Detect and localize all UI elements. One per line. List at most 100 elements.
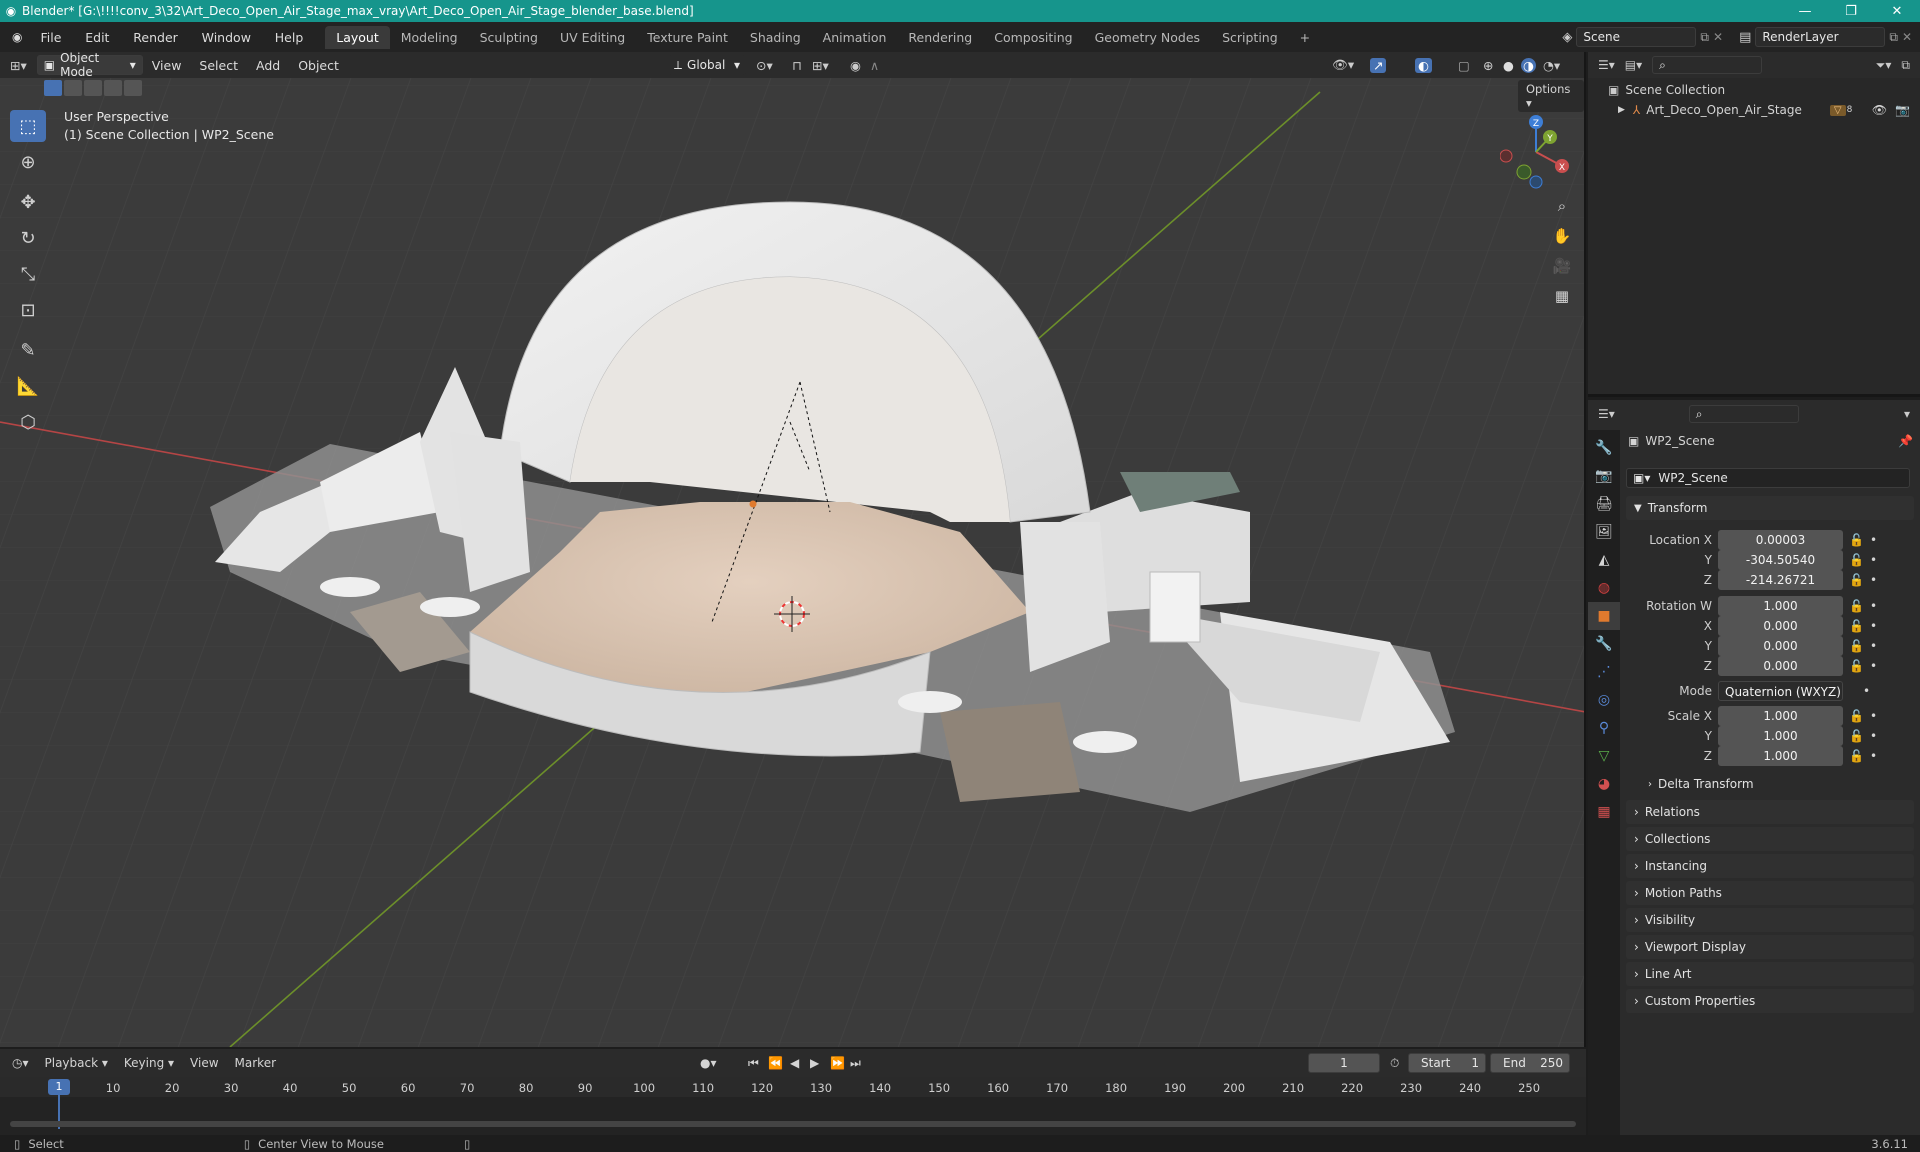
keyframe-dot-icon[interactable]: •: [1870, 573, 1877, 587]
current-frame-field[interactable]: 1: [1308, 1053, 1380, 1073]
render-layer-selector[interactable]: RenderLayer: [1755, 27, 1886, 47]
tab-scripting[interactable]: Scripting: [1211, 26, 1289, 49]
data-tab-icon[interactable]: ▽: [1588, 742, 1620, 770]
timeline-menu-keying[interactable]: Keying ▾: [116, 1056, 182, 1070]
modifier-tab-icon[interactable]: 🔧: [1588, 630, 1620, 658]
keyframe-dot-icon[interactable]: •: [1870, 659, 1877, 673]
mode-selector[interactable]: ▣ Object Mode ▾: [36, 52, 143, 79]
select-extend-icon[interactable]: [64, 80, 82, 96]
rotation-mode-dropdown[interactable]: Quaternion (WXYZ) ▾: [1718, 681, 1843, 719]
gizmo-toggle-icon[interactable]: ↗: [1370, 57, 1387, 73]
pivot-icon[interactable]: ⊙▾: [756, 58, 773, 73]
lock-icon[interactable]: 🔓: [1849, 573, 1864, 587]
shading-rendered-icon[interactable]: ◔▾: [1543, 58, 1560, 73]
editor-type-icon[interactable]: ⊞▾: [0, 58, 37, 73]
shading-solid-icon[interactable]: ●: [1503, 58, 1514, 73]
transform-panel-header[interactable]: ▼ Transform: [1626, 496, 1914, 520]
lock-icon[interactable]: 🔓: [1849, 639, 1864, 653]
tab-sculpting[interactable]: Sculpting: [469, 26, 549, 49]
pin-icon[interactable]: 📌: [1898, 434, 1913, 448]
tab-animation[interactable]: Animation: [812, 26, 898, 49]
next-keyframe-icon[interactable]: ⏩: [830, 1056, 845, 1070]
keyframe-dot-icon[interactable]: •: [1870, 709, 1877, 723]
cursor-tool-icon[interactable]: ⊕: [10, 146, 46, 178]
proportional-edit-icon[interactable]: ◉: [850, 58, 861, 73]
xray-icon[interactable]: ▢: [1458, 58, 1470, 73]
camera-view-icon[interactable]: 🎥: [1548, 252, 1576, 280]
jump-end-icon[interactable]: ⏭: [850, 1056, 861, 1071]
scale-x-field[interactable]: 1.000: [1718, 706, 1843, 726]
texture-tab-icon[interactable]: ▦: [1588, 798, 1620, 826]
timeline-menu-playback[interactable]: Playback ▾: [37, 1056, 116, 1070]
object-datablock-field[interactable]: ▣▾ WP2_Scene: [1626, 468, 1910, 488]
pan-hand-icon[interactable]: ✋: [1548, 222, 1576, 250]
measure-tool-icon[interactable]: 📐: [10, 370, 46, 402]
expand-arrow-icon[interactable]: ▶: [1618, 105, 1625, 115]
blender-menu-icon[interactable]: ◉: [0, 30, 30, 44]
menu-render[interactable]: Render: [123, 30, 188, 45]
keyframe-dot-icon[interactable]: •: [1863, 684, 1870, 698]
tab-texture-paint[interactable]: Texture Paint: [636, 26, 739, 49]
playhead-frame[interactable]: 1: [48, 1079, 70, 1095]
outliner-search-input[interactable]: ⌕: [1652, 56, 1763, 74]
new-collection-icon[interactable]: ⧉: [1901, 58, 1910, 73]
panel-visibility[interactable]: › Visibility: [1626, 908, 1914, 932]
viewport-menu-object[interactable]: Object: [289, 58, 348, 73]
rotation-w-field[interactable]: 1.000: [1718, 596, 1843, 616]
rotate-tool-icon[interactable]: ↻: [10, 222, 46, 254]
output-tab-icon[interactable]: 🖨: [1588, 490, 1620, 518]
rotation-y-field[interactable]: 0.000: [1718, 636, 1843, 656]
viewport-menu-add[interactable]: Add: [247, 58, 289, 73]
keyframe-dot-icon[interactable]: •: [1870, 639, 1877, 653]
overlay-toggle-icon[interactable]: ◐: [1415, 57, 1432, 73]
outliner-editor-icon[interactable]: ☰▾: [1598, 58, 1615, 72]
panel-relations[interactable]: › Relations: [1626, 800, 1914, 824]
keyframe-dot-icon[interactable]: •: [1870, 553, 1877, 567]
outliner-item-row[interactable]: ▶ ⅄ Art_Deco_Open_Air_Stage ▽ 8 👁 📷: [1588, 98, 1920, 120]
lock-icon[interactable]: 🔓: [1849, 533, 1864, 547]
tab-layout[interactable]: Layout: [325, 25, 390, 49]
properties-editor-icon[interactable]: ☰▾: [1598, 407, 1615, 421]
timeline-editor-icon[interactable]: ◷▾: [0, 1056, 37, 1070]
render-tab-icon[interactable]: 📷: [1588, 462, 1620, 490]
auto-keying-icon[interactable]: ●▾: [700, 1056, 717, 1070]
end-frame-field[interactable]: End 250: [1490, 1053, 1570, 1073]
delta-transform-subpanel[interactable]: › Delta Transform: [1648, 777, 1754, 791]
close-button[interactable]: ✕: [1874, 4, 1920, 19]
lock-icon[interactable]: 🔓: [1849, 619, 1864, 633]
move-tool-icon[interactable]: ✥: [10, 186, 46, 218]
scene-tab-icon[interactable]: ◭: [1588, 546, 1620, 574]
start-frame-field[interactable]: Start 1: [1408, 1053, 1486, 1073]
select-subtract-icon[interactable]: [84, 80, 102, 96]
tab-uv-editing[interactable]: UV Editing: [549, 26, 636, 49]
location-z-field[interactable]: -214.26721: [1718, 570, 1843, 590]
lock-icon[interactable]: 🔓: [1849, 553, 1864, 567]
properties-search-input[interactable]: ⌕: [1688, 405, 1799, 423]
outliner-root-row[interactable]: ▣ Scene Collection: [1588, 78, 1920, 98]
tab-compositing[interactable]: Compositing: [983, 26, 1083, 49]
transform-orientation-selector[interactable]: ⟂ Global ▾: [668, 55, 746, 75]
minimize-button[interactable]: —: [1782, 4, 1828, 19]
falloff-icon[interactable]: ∧: [870, 58, 879, 73]
maximize-button[interactable]: ❐: [1828, 4, 1874, 19]
keyframe-dot-icon[interactable]: •: [1870, 729, 1877, 743]
delete-scene-icon[interactable]: ✕: [1713, 30, 1723, 44]
lock-icon[interactable]: 🔓: [1849, 749, 1864, 763]
location-x-field[interactable]: 0.00003: [1718, 530, 1843, 550]
properties-options-icon[interactable]: ▾: [1904, 407, 1910, 421]
lock-icon[interactable]: 🔓: [1849, 599, 1864, 613]
visibility-icon[interactable]: 👁▾: [1332, 57, 1354, 73]
object-tab-icon[interactable]: ■: [1588, 602, 1620, 630]
play-reverse-icon[interactable]: ◀: [790, 1056, 799, 1070]
location-y-field[interactable]: -304.50540: [1718, 550, 1843, 570]
scale-y-field[interactable]: 1.000: [1718, 726, 1843, 746]
tool-tab-icon[interactable]: 🔧: [1588, 434, 1620, 462]
particles-tab-icon[interactable]: ⋰: [1588, 658, 1620, 686]
panel-viewport-display[interactable]: › Viewport Display: [1626, 935, 1914, 959]
tab-rendering[interactable]: Rendering: [897, 26, 983, 49]
add-cube-tool-icon[interactable]: ⬡: [10, 406, 46, 438]
panel-line-art[interactable]: › Line Art: [1626, 962, 1914, 986]
zoom-icon[interactable]: ⌕: [1548, 192, 1576, 220]
keyframe-dot-icon[interactable]: •: [1870, 599, 1877, 613]
constraints-tab-icon[interactable]: ⚲: [1588, 714, 1620, 742]
